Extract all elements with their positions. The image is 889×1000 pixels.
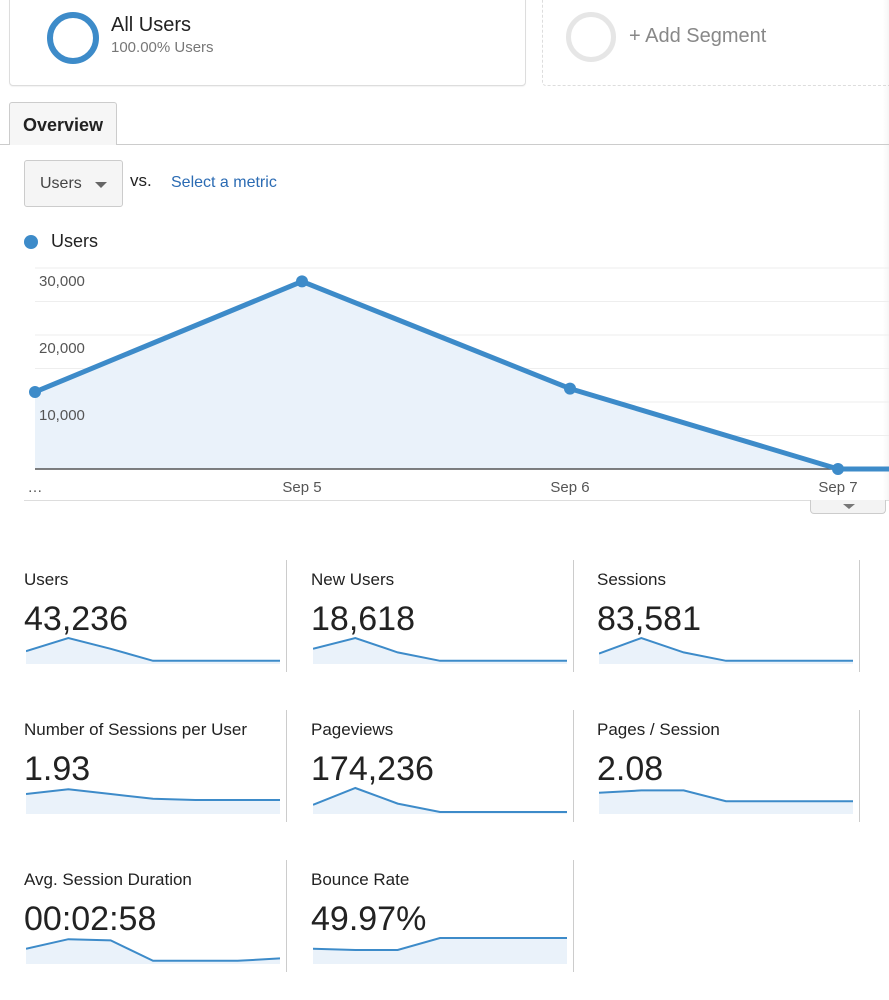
segment-subtitle: 100.00% Users bbox=[111, 39, 214, 56]
segment-card-all-users[interactable]: All Users 100.00% Users bbox=[9, 0, 526, 86]
tab-overview[interactable]: Overview bbox=[9, 102, 117, 145]
empty-segment-ring-icon bbox=[566, 12, 616, 62]
scorecard-bounce-rate[interactable]: Bounce Rate 49.97% bbox=[287, 860, 574, 978]
scorecard-new-users[interactable]: New Users 18,618 bbox=[287, 560, 574, 678]
add-segment-label: + Add Segment bbox=[629, 25, 767, 47]
scorecard-label: Sessions bbox=[597, 570, 666, 589]
x-tick-label: Sep 7 bbox=[818, 479, 857, 496]
sparkline-area bbox=[313, 938, 567, 964]
sparkline-area bbox=[26, 789, 280, 814]
scorecard-number-of-sessions-per-user[interactable]: Number of Sessions per User 1.93 bbox=[0, 710, 287, 828]
y-tick-label: 20,000 bbox=[39, 340, 85, 357]
scorecard-pages-session[interactable]: Pages / Session 2.08 bbox=[573, 710, 860, 828]
tab-bar-border bbox=[0, 144, 889, 145]
scorecard-users[interactable]: Users 43,236 bbox=[0, 560, 287, 678]
sparkline bbox=[26, 636, 280, 664]
scorecard-label: New Users bbox=[311, 570, 395, 589]
sparkline bbox=[599, 789, 853, 814]
scorecard-divider bbox=[859, 710, 860, 822]
scorecard-label: Number of Sessions per User bbox=[24, 720, 247, 739]
users-line-chart[interactable]: 10,000 20,000 30,000 … Sep 5 Sep 6 Sep 7 bbox=[0, 260, 889, 510]
scorecard-label: Bounce Rate bbox=[311, 870, 410, 889]
chevron-down-icon bbox=[95, 182, 107, 188]
metric-select-dropdown[interactable]: Users bbox=[24, 160, 123, 207]
segment-ring-icon bbox=[47, 12, 99, 64]
scorecard-label: Avg. Session Duration bbox=[24, 870, 192, 889]
sparkline-area bbox=[313, 788, 567, 814]
legend-label: Users bbox=[51, 231, 99, 251]
chevron-down-icon bbox=[843, 504, 855, 509]
select-metric-link[interactable]: Select a metric bbox=[171, 174, 277, 192]
add-segment-button[interactable]: + Add Segment bbox=[542, 0, 889, 86]
chart-bottom-divider bbox=[24, 500, 889, 501]
data-point bbox=[832, 463, 844, 475]
y-tick-label: 10,000 bbox=[39, 407, 85, 424]
sparkline-area bbox=[599, 790, 853, 814]
data-point bbox=[564, 382, 576, 395]
scorecard-label: Users bbox=[24, 570, 69, 589]
scorecard-label: Pageviews bbox=[311, 720, 394, 739]
scorecard-divider bbox=[859, 560, 860, 672]
x-tick-label: Sep 6 bbox=[550, 479, 589, 496]
data-point bbox=[296, 275, 308, 288]
vs-label: vs. bbox=[130, 171, 152, 190]
x-tick-label: … bbox=[28, 479, 43, 496]
legend-dot-icon bbox=[24, 235, 38, 249]
sparkline bbox=[313, 786, 567, 814]
area-fill bbox=[35, 281, 889, 469]
scorecard-avg-session-duration[interactable]: Avg. Session Duration 00:02:58 bbox=[0, 860, 287, 978]
chart-collapse-toggle[interactable] bbox=[810, 500, 886, 514]
scorecard-divider bbox=[573, 860, 574, 972]
sparkline bbox=[599, 636, 853, 664]
y-tick-label: 30,000 bbox=[39, 273, 85, 290]
scorecard-sessions[interactable]: Sessions 83,581 bbox=[573, 560, 860, 678]
scorecard-pageviews[interactable]: Pageviews 174,236 bbox=[287, 710, 574, 828]
x-tick-label: Sep 5 bbox=[282, 479, 321, 496]
scorecard-label: Pages / Session bbox=[597, 720, 720, 739]
segment-name: All Users bbox=[111, 14, 192, 36]
data-point bbox=[29, 385, 41, 398]
sparkline bbox=[313, 937, 567, 964]
metric-select-value: Users bbox=[40, 175, 82, 192]
sparkline bbox=[313, 636, 567, 664]
sparkline bbox=[26, 788, 280, 814]
sparkline bbox=[26, 938, 280, 964]
